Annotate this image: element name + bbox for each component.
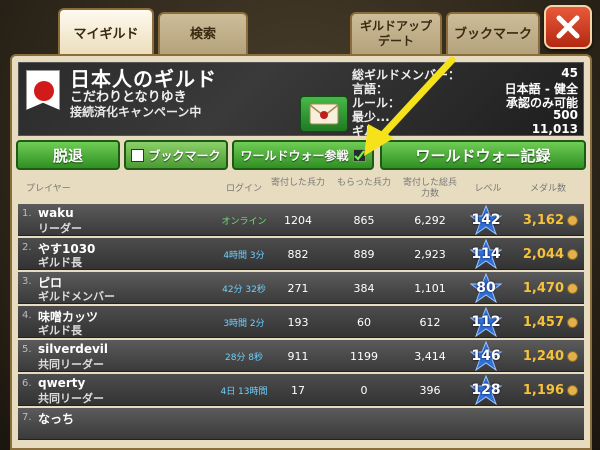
annotation-arrow-icon [364, 56, 456, 156]
game-screen: マイギルド 検索 ギルドアップ デート ブックマーク 日本人のギルド こだわりと… [0, 0, 600, 450]
